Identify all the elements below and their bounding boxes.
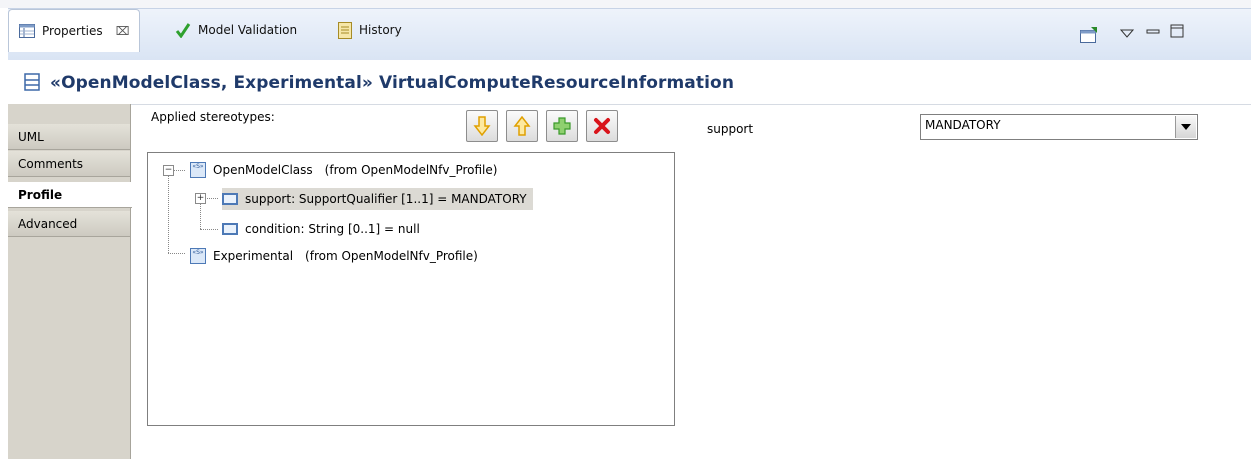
tab-model-validation[interactable]: Model Validation	[165, 9, 307, 51]
tab-history-label: History	[359, 23, 402, 37]
maximize-icon[interactable]	[1170, 24, 1184, 38]
expand-icon[interactable]: +	[195, 193, 206, 204]
minimize-icon[interactable]	[1146, 27, 1160, 37]
support-select-value: MANDATORY	[925, 118, 1001, 132]
tree-item-stereotype[interactable]: «S» OpenModelClass (from OpenModelNfv_Pr…	[190, 159, 497, 181]
tree-line	[205, 198, 218, 199]
tree-item-stereotype[interactable]: «S» Experimental (from OpenModelNfv_Prof…	[190, 245, 478, 267]
stereotype-source: (from OpenModelNfv_Profile)	[305, 249, 478, 263]
property-icon	[222, 193, 238, 205]
section-tab-advanced-label: Advanced	[18, 216, 78, 231]
add-stereotype-button[interactable]	[546, 110, 578, 142]
remove-stereotype-button[interactable]	[586, 110, 618, 142]
close-icon[interactable]: ⌧	[116, 24, 130, 38]
view-menu-icon[interactable]	[1120, 29, 1134, 39]
section-tab-profile-label: Profile	[18, 187, 63, 202]
pin-view-icon[interactable]	[1079, 26, 1099, 44]
tab-properties-label: Properties	[42, 24, 103, 38]
arrow-up-icon	[513, 116, 531, 136]
tree-line	[173, 170, 185, 171]
dropdown-button[interactable]	[1175, 116, 1196, 138]
view-tab-bar: Properties ⌧ Model Validation History	[8, 8, 1251, 61]
section-tab-advanced[interactable]: Advanced	[8, 211, 130, 237]
property-condition-text: condition: String [0..1] = null	[245, 222, 420, 236]
section-tab-profile[interactable]: Profile	[8, 182, 132, 208]
section-tab-comments[interactable]: Comments	[8, 151, 130, 177]
collapse-icon[interactable]: −	[163, 165, 174, 176]
page-title: «OpenModelClass, Experimental» VirtualCo…	[50, 73, 735, 93]
stereotype-tree[interactable]: − «S» OpenModelClass (from OpenModelNfv_…	[147, 152, 675, 426]
stereotype-icon: «S»	[190, 162, 206, 178]
section-tabs: UML Comments Profile Advanced	[8, 104, 132, 459]
section-tab-comments-label: Comments	[18, 156, 84, 171]
tab-model-validation-label: Model Validation	[198, 23, 298, 37]
move-up-button[interactable]	[506, 110, 538, 142]
section-tab-uml[interactable]: UML	[8, 124, 130, 150]
plus-icon	[553, 117, 571, 135]
properties-header: «OpenModelClass, Experimental» VirtualCo…	[8, 60, 1251, 105]
checkmark-icon	[175, 23, 191, 38]
arrow-down-icon	[473, 116, 491, 136]
property-label: support	[707, 122, 754, 136]
move-down-button[interactable]	[466, 110, 498, 142]
tree-item-property-condition[interactable]: condition: String [0..1] = null	[222, 218, 420, 240]
stereotype-name: Experimental	[213, 249, 294, 263]
tree-line	[200, 229, 218, 230]
properties-icon	[19, 24, 35, 38]
stereotype-name: OpenModelClass	[213, 163, 313, 177]
property-support-text: support: SupportQualifier [1..1] = MANDA…	[245, 192, 527, 206]
section-tab-uml-label: UML	[18, 129, 44, 144]
history-icon	[338, 21, 352, 39]
tab-history[interactable]: History	[328, 9, 412, 51]
tab-properties[interactable]: Properties ⌧	[8, 9, 141, 52]
class-icon	[24, 73, 40, 91]
x-icon	[594, 118, 610, 134]
support-select[interactable]: MANDATORY	[920, 114, 1198, 140]
top-strip	[0, 0, 1251, 8]
tree-item-property-support[interactable]: support: SupportQualifier [1..1] = MANDA…	[222, 188, 533, 210]
chevron-down-icon	[1181, 123, 1191, 130]
stereotype-source: (from OpenModelNfv_Profile)	[324, 163, 498, 177]
tree-line	[168, 253, 185, 254]
stereotype-icon: «S»	[190, 248, 206, 264]
tree-line	[168, 174, 169, 253]
applied-stereotypes-label: Applied stereotypes:	[151, 110, 275, 124]
property-icon	[222, 223, 238, 235]
